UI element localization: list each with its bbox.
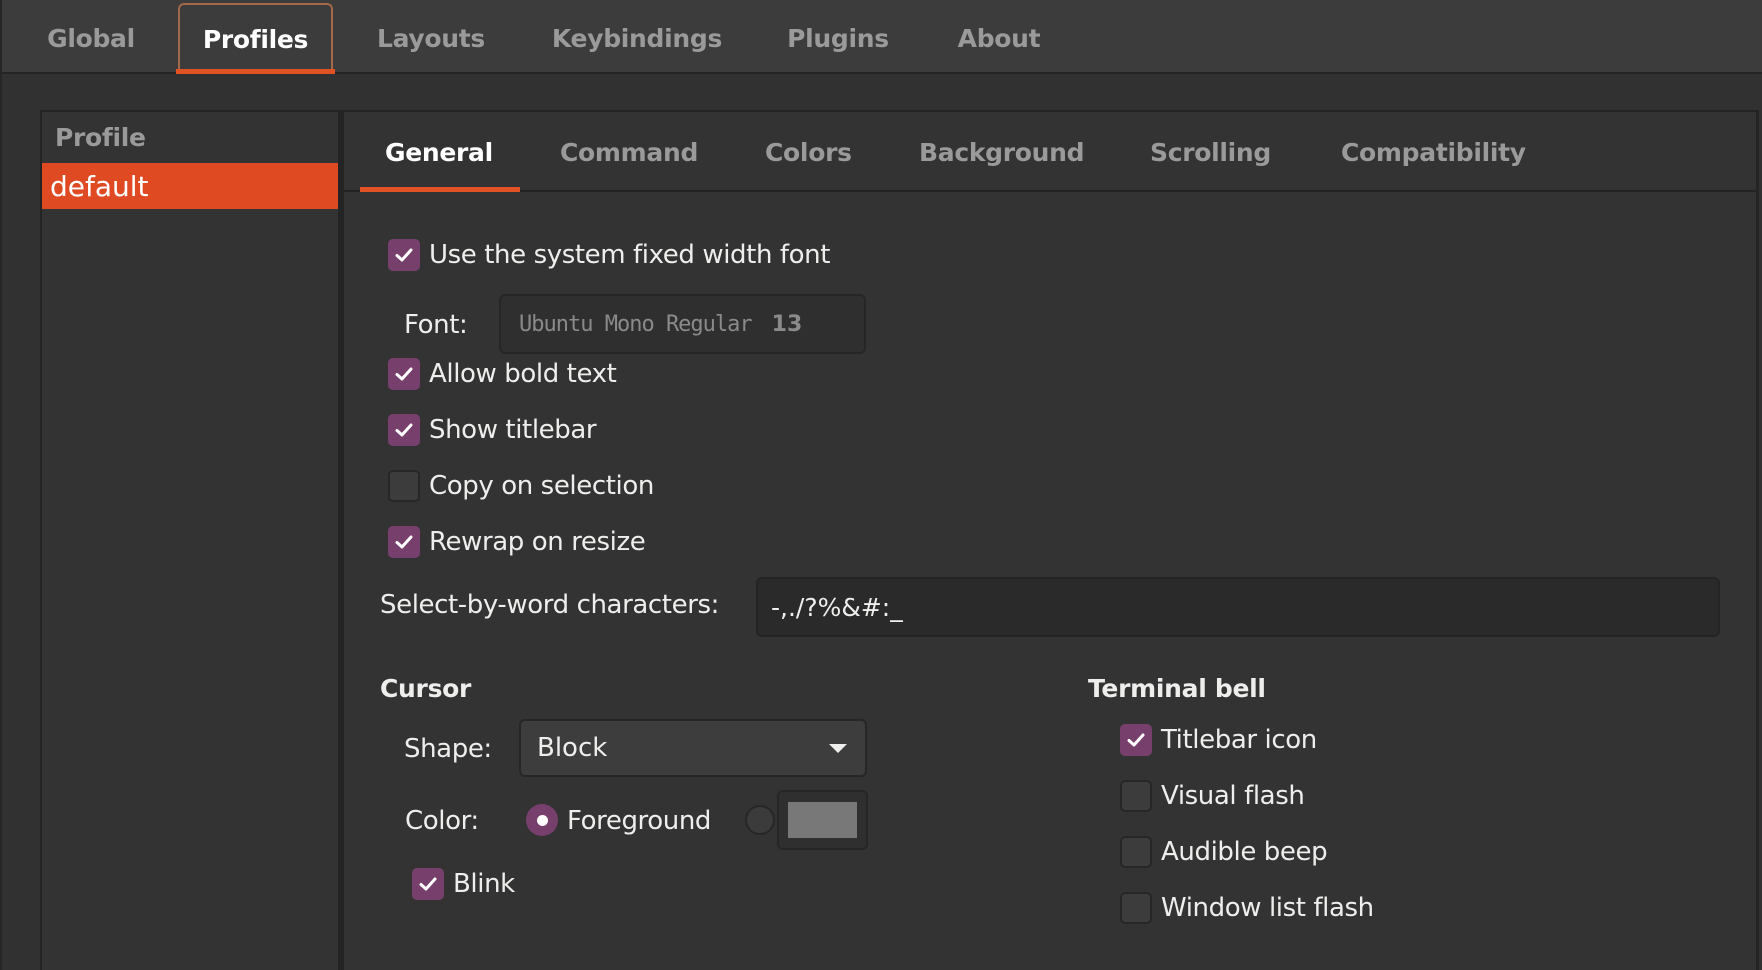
profile-item-default[interactable]: default xyxy=(42,163,338,209)
checkbox-checked-icon xyxy=(1120,724,1152,756)
bell-window-list-flash-checkbox[interactable]: Window list flash xyxy=(1120,892,1374,924)
checkmark-icon xyxy=(395,535,413,549)
profile-column-header[interactable]: Profile xyxy=(42,112,338,162)
use-system-font-label: Use the system fixed width font xyxy=(429,240,831,270)
tab-layouts[interactable]: Layouts xyxy=(362,3,500,74)
cursor-color-foreground-radio[interactable] xyxy=(526,804,558,836)
cursor-color-label: Color: xyxy=(405,806,479,836)
checkmark-icon xyxy=(395,248,413,262)
show-titlebar-checkbox[interactable]: Show titlebar xyxy=(388,414,597,446)
copy-on-selection-label: Copy on selection xyxy=(429,471,654,501)
font-name: Ubuntu Mono Regular xyxy=(519,311,753,337)
bell-audible-beep-checkbox[interactable]: Audible beep xyxy=(1120,836,1328,868)
select-by-word-input[interactable]: -,./?%&#:_ xyxy=(756,577,1720,637)
rewrap-on-resize-checkbox[interactable]: Rewrap on resize xyxy=(388,526,646,558)
select-by-word-label: Select-by-word characters: xyxy=(380,590,719,620)
profile-tab-bar: General Command Colors Background Scroll… xyxy=(344,112,1756,192)
tab-profiles[interactable]: Profiles xyxy=(176,3,335,74)
bell-titlebar-icon-label: Titlebar icon xyxy=(1161,725,1317,755)
checkbox-unchecked-icon xyxy=(1120,892,1152,924)
cursor-blink-label: Blink xyxy=(453,869,515,899)
checkbox-checked-icon xyxy=(388,414,420,446)
cursor-color-foreground-label: Foreground xyxy=(567,806,712,836)
bell-visual-flash-label: Visual flash xyxy=(1161,781,1305,811)
dropdown-arrow-icon xyxy=(829,744,847,753)
tab-global[interactable]: Global xyxy=(30,3,152,74)
cursor-color-swatch xyxy=(788,802,857,838)
checkbox-checked-icon xyxy=(388,239,420,271)
checkmark-icon xyxy=(419,877,437,891)
tab-scrolling[interactable]: Scrolling xyxy=(1150,112,1271,192)
cursor-shape-label: Shape: xyxy=(404,734,492,764)
cursor-blink-checkbox[interactable]: Blink xyxy=(412,868,515,900)
checkbox-unchecked-icon xyxy=(1120,836,1152,868)
rewrap-on-resize-label: Rewrap on resize xyxy=(429,527,646,557)
tab-general[interactable]: General xyxy=(385,112,493,192)
font-label: Font: xyxy=(404,310,468,340)
cursor-shape-value: Block xyxy=(537,733,608,763)
checkbox-unchecked-icon xyxy=(1120,780,1152,812)
show-titlebar-label: Show titlebar xyxy=(429,415,597,445)
checkbox-unchecked-icon xyxy=(388,470,420,502)
tab-background[interactable]: Background xyxy=(919,112,1085,192)
tab-colors[interactable]: Colors xyxy=(765,112,852,192)
tab-about[interactable]: About xyxy=(942,3,1056,74)
tab-keybindings[interactable]: Keybindings xyxy=(538,3,736,74)
checkmark-icon xyxy=(395,367,413,381)
checkmark-icon xyxy=(395,423,413,437)
allow-bold-label: Allow bold text xyxy=(429,359,617,389)
checkbox-checked-icon xyxy=(388,358,420,390)
profile-list: Profile default xyxy=(40,110,344,970)
checkmark-icon xyxy=(1127,733,1145,747)
active-tab-indicator xyxy=(360,187,520,192)
checkbox-checked-icon xyxy=(388,526,420,558)
terminal-bell-heading: Terminal bell xyxy=(1088,674,1266,703)
copy-on-selection-checkbox[interactable]: Copy on selection xyxy=(388,470,654,502)
checkbox-checked-icon xyxy=(412,868,444,900)
profile-settings-notebook: General Command Colors Background Scroll… xyxy=(344,110,1759,970)
preferences-window: Global Profiles Layouts Keybindings Plug… xyxy=(0,0,1762,970)
tab-plugins[interactable]: Plugins xyxy=(774,3,902,74)
tab-command[interactable]: Command xyxy=(560,112,698,192)
tab-compatibility[interactable]: Compatibility xyxy=(1341,112,1526,192)
font-size: 13 xyxy=(771,311,803,337)
bell-visual-flash-checkbox[interactable]: Visual flash xyxy=(1120,780,1305,812)
font-chooser-button[interactable]: Ubuntu Mono Regular 13 xyxy=(499,294,866,354)
bell-titlebar-icon-checkbox[interactable]: Titlebar icon xyxy=(1120,724,1317,756)
cursor-heading: Cursor xyxy=(380,674,472,703)
preferences-tab-bar: Global Profiles Layouts Keybindings Plug… xyxy=(2,0,1762,74)
allow-bold-checkbox[interactable]: Allow bold text xyxy=(388,358,617,390)
bell-audible-beep-label: Audible beep xyxy=(1161,837,1328,867)
bell-window-list-flash-label: Window list flash xyxy=(1161,893,1374,923)
cursor-shape-dropdown[interactable]: Block xyxy=(519,719,867,777)
cursor-color-custom-radio[interactable] xyxy=(745,805,775,835)
cursor-color-button[interactable] xyxy=(777,790,868,850)
select-by-word-value: -,./?%&#:_ xyxy=(771,592,903,622)
use-system-font-checkbox[interactable]: Use the system fixed width font xyxy=(388,239,830,271)
